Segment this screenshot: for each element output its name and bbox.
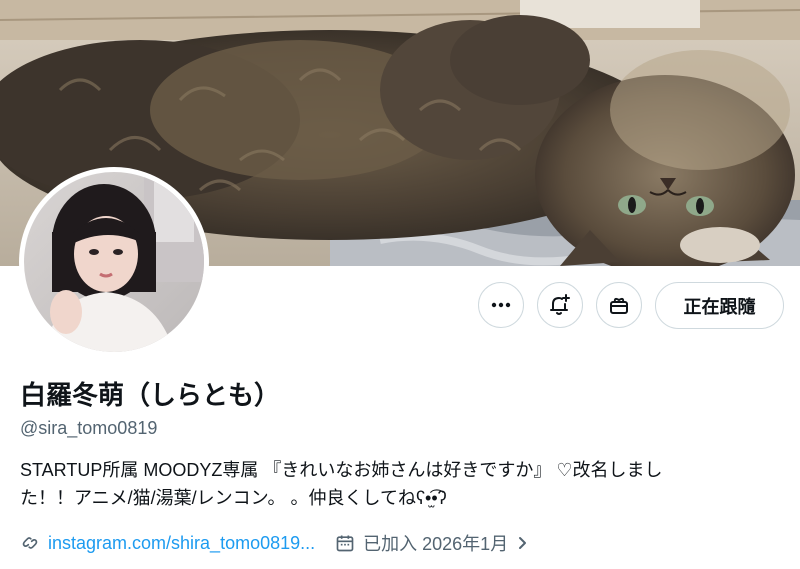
notifications-button[interactable] <box>537 282 583 328</box>
more-button[interactable] <box>478 282 524 328</box>
gift-icon <box>607 293 631 317</box>
link-icon <box>20 533 40 553</box>
avatar[interactable] <box>19 167 209 357</box>
profile-bio: STARTUP所属 MOODYZ専属 『きれいなお姉さんは好きですか』 ♡改名し… <box>20 456 790 512</box>
chevron-right-icon <box>514 535 530 551</box>
joined-text: 已加入 2026年1月 <box>363 534 509 554</box>
bell-plus-icon <box>548 293 572 317</box>
joined-date[interactable]: 已加入 2026年1月 <box>335 530 538 556</box>
more-horizontal-icon <box>490 294 512 316</box>
following-button[interactable]: 正在跟隨 <box>655 282 784 329</box>
user-handle: @sira_tomo0819 <box>20 418 158 438</box>
website-link-text[interactable]: instagram.com/shira_tomo0819... <box>48 533 315 554</box>
profile-meta: instagram.com/shira_tomo0819... 已加入 2026… <box>20 528 538 558</box>
profile-photo-image <box>24 172 204 352</box>
calendar-icon <box>335 533 355 553</box>
bio-line: た！！アニメ/猫/湯葉/レンコン。 。仲良くしてねʕ•̫͡•ʔ <box>20 488 447 508</box>
display-name: 白羅冬萌（しらとも） <box>20 380 281 410</box>
profile-website-link[interactable]: instagram.com/shira_tomo0819... <box>20 533 315 554</box>
gift-button[interactable] <box>596 282 642 328</box>
bio-line: STARTUP所属 MOODYZ専属 『きれいなお姉さんは好きですか』 ♡改名し… <box>20 460 663 480</box>
avatar-photo <box>24 172 204 352</box>
